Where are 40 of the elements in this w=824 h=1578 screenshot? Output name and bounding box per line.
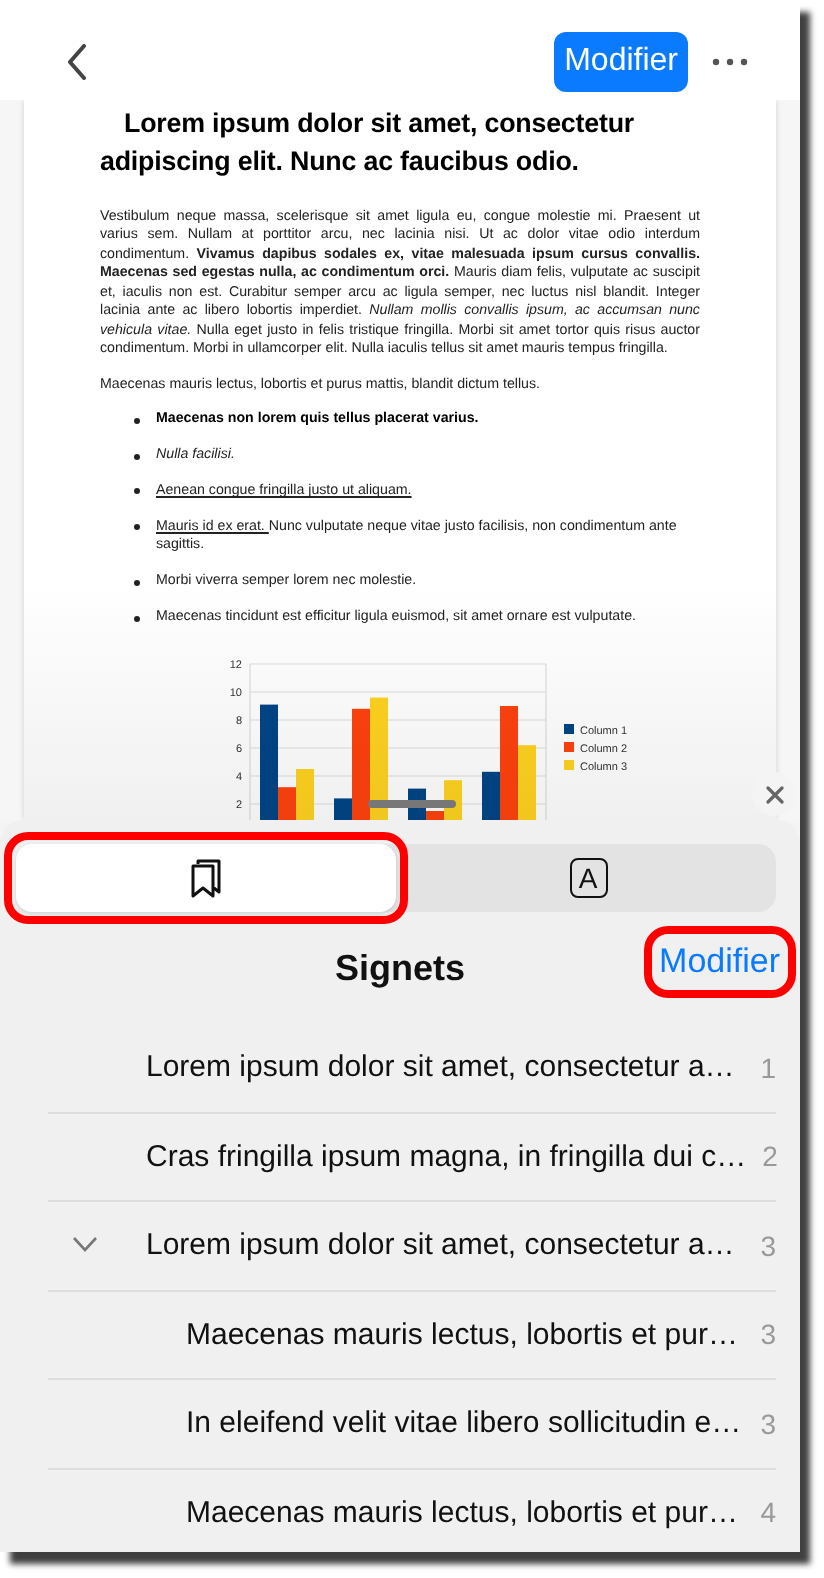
bullet-icon (134, 488, 140, 495)
bookmark-row[interactable]: Maecenas mauris lectus, lobortis et pur… 4 (48, 1469, 776, 1552)
tab[interactable]: A (404, 848, 772, 908)
tab[interactable] (16, 844, 396, 912)
bookmark-title: Maecenas mauris lectus, lobortis et pur… (186, 1495, 740, 1530)
back-icon[interactable] (68, 44, 88, 80)
page-number: 3 (760, 1318, 776, 1351)
document-title: Lorem ipsum dolor sit amet, consectetur adipiscing elit. Nunc ac faucibus odio. (100, 106, 637, 180)
edit-button[interactable]: Modifier (659, 942, 780, 982)
bullet-icon (134, 579, 140, 586)
bookmark-title: In eleifend velit vitae libero sollicitudin e… (186, 1406, 744, 1441)
bookmarks-icon (190, 858, 222, 898)
bookmark-row[interactable]: Cras fringilla ipsum magna, in fringilla dui c… 2 (48, 1113, 776, 1202)
page-number: 4 (760, 1496, 776, 1529)
page-number: 3 (760, 1407, 776, 1440)
bullet-icon (134, 524, 140, 531)
legend-swatch (564, 741, 574, 752)
bookmark-row[interactable]: Maecenas mauris lectus, lobortis et pur… 3 (48, 1291, 776, 1380)
bullet-icon (134, 615, 140, 622)
legend-swatch (564, 723, 574, 734)
edit-button[interactable]: Modifier (554, 32, 688, 92)
sheet-title: Signets (334, 947, 465, 989)
chevron-icon[interactable] (72, 1236, 98, 1252)
legend-swatch (564, 759, 574, 770)
bookmark-row[interactable]: Lorem ipsum dolor sit amet, consectetur a… 1 (48, 1024, 776, 1113)
bookmark-row[interactable]: Lorem ipsum dolor sit amet, consectetur a… 3 (48, 1202, 776, 1291)
bookmark-title: Maecenas mauris lectus, lobortis et pur… (186, 1317, 740, 1352)
more-icon[interactable] (712, 58, 748, 66)
bookmark-title: Lorem ipsum dolor sit amet, consectetur a… (146, 1050, 737, 1085)
close-icon (765, 785, 783, 803)
grabber-handle[interactable] (368, 800, 456, 808)
page-number: 2 (762, 1140, 778, 1173)
bullet-icon (134, 453, 140, 460)
page-number: 1 (760, 1051, 776, 1084)
bar (370, 697, 388, 820)
bookmark-row[interactable]: In eleifend velit vitae libero sollicitudin e… 3 (48, 1380, 776, 1469)
bookmark-title: Cras fringilla ipsum magna, in fringilla dui c… (146, 1139, 747, 1174)
bullet-icon (134, 417, 140, 424)
page-number: 3 (760, 1229, 776, 1262)
bookmark-title: Lorem ipsum dolor sit amet, consectetur a… (146, 1228, 737, 1263)
